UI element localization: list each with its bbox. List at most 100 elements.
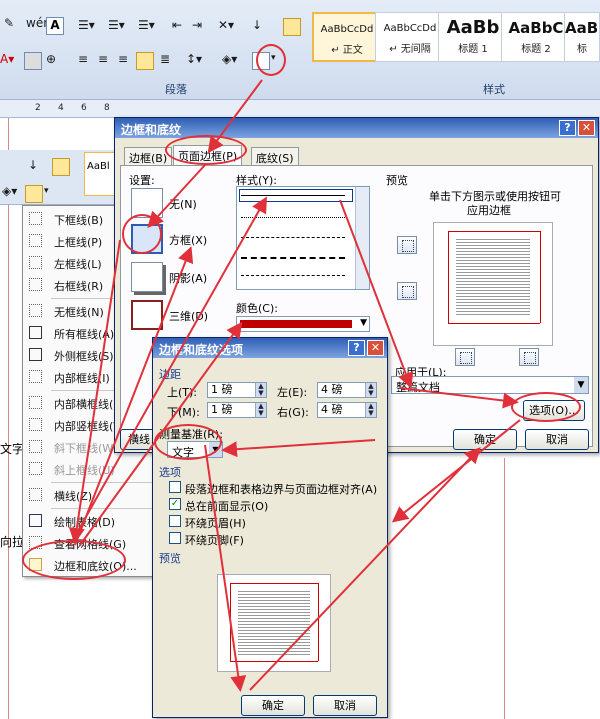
line-style-dotted[interactable] [241,217,345,218]
align-left-icon[interactable]: ≡ [78,52,88,66]
distributed-icon[interactable]: ≣ [160,52,170,66]
border-preview[interactable] [433,222,553,346]
char-shading-icon[interactable] [24,52,42,70]
line-style-list[interactable] [236,186,370,290]
char-border-button[interactable]: A [46,17,64,35]
ok-button[interactable]: 确定 [453,429,517,450]
preview-text-lines [238,589,310,655]
color-select[interactable]: ▼ [236,316,370,332]
dialog-title: 边框和底纹 [115,118,598,138]
right-margin-field[interactable]: 4 磅 ▲ ▼ [317,402,377,418]
numbering-icon[interactable]: ☰▾ [108,18,125,32]
setting-3d-icon[interactable] [131,300,163,330]
help-button[interactable]: ? [348,340,365,356]
style-sample: AaBbCcDd [320,24,374,35]
top-label: 上(T): [167,386,198,399]
justify-icon[interactable] [136,52,154,70]
line-style-long-dash[interactable] [241,257,345,259]
menu-item-label: 所有框线(A) [54,328,115,341]
show-marks-icon[interactable] [52,158,70,176]
style-name: 标 [577,44,587,55]
setting-box-label[interactable]: 方框(X) [169,232,207,248]
left-margin-value: 4 磅 [321,383,343,396]
font-color-icon[interactable]: A▾ [0,52,14,66]
multilevel-list-icon[interactable]: ☰▾ [138,18,155,32]
all-borders-icon [29,326,42,339]
top-border-toggle-icon[interactable] [397,236,417,254]
style-normal[interactable]: AaBbCcDd ↵ 正文 [312,12,382,62]
help-button[interactable]: ? [559,120,576,136]
style-sample: AaBl [565,19,600,37]
chinese-layout-icon[interactable]: ✕▾ [218,18,234,32]
line-style-dash-dot[interactable] [241,275,345,276]
shading-icon[interactable]: ◈▾ [222,52,237,66]
show-marks-icon[interactable] [283,18,301,36]
surround-header-checkbox[interactable] [169,515,181,527]
center-icon[interactable]: ≡ [98,52,108,66]
enclose-char-icon[interactable]: ⊕ [46,52,56,66]
line-style-solid[interactable] [241,195,345,196]
surround-header-label: 环绕页眉(H) [185,517,246,530]
style-heading-1[interactable]: AaBb 标题 1 [438,12,508,62]
bottom-border-toggle-icon[interactable] [397,282,417,300]
spin-arrows-icon[interactable]: ▲ ▼ [365,383,376,397]
menu-item-horizontal-line[interactable]: 横线(Z) [23,484,156,506]
top-border-icon [29,234,42,247]
menu-item-label: 右框线(R) [54,280,104,293]
align-borders-checkbox[interactable] [169,481,181,493]
decrease-indent-icon[interactable]: ⇤ [172,18,182,32]
setting-shadow-icon[interactable] [131,262,163,292]
ribbon-fragment: ↓ ◈▾ ▾ AaBl [0,150,115,205]
close-button[interactable]: ✕ [367,340,384,356]
apply-to-select[interactable]: 整篇文档 ▼ [391,376,589,394]
ok-button[interactable]: 确定 [241,695,305,716]
left-margin-field[interactable]: 4 磅 ▲ ▼ [317,382,377,398]
preview-border-right [540,231,541,323]
line-spacing-icon[interactable]: ↕▾ [186,52,202,66]
top-margin-field[interactable]: 1 磅 ▲ ▼ [207,382,267,398]
spin-arrows-icon[interactable]: ▲ ▼ [365,403,376,417]
borders-icon[interactable] [25,185,43,203]
line-style-scrollbar[interactable] [355,187,369,289]
clear-format-icon[interactable]: ✎ [4,16,14,30]
spin-arrows-icon[interactable]: ▲ ▼ [255,383,266,397]
annotation-circle [22,540,126,580]
top-margin-value: 1 磅 [211,383,233,396]
ruler-tick: 4 [58,103,64,113]
horizontal-ruler[interactable]: 2 4 6 8 [0,100,600,118]
bullets-icon[interactable]: ☰▾ [78,18,95,32]
bottom-margin-field[interactable]: 1 磅 ▲ ▼ [207,402,267,418]
borders-dropdown-icon[interactable]: ▾ [44,186,49,196]
setting-shadow-label[interactable]: 阴影(A) [169,270,207,286]
style-normal[interactable]: AaBl [84,152,115,196]
preview-label: 预览 [386,174,408,187]
setting-none-label[interactable]: 无(N) [169,196,197,212]
right-border-toggle-icon[interactable] [519,348,539,366]
menu-item-label: 下框线(B) [54,214,104,227]
align-right-icon[interactable]: ≡ [118,52,128,66]
ribbon: ✎ wén A ☰▾ ☰▾ ☰▾ ⇤ ⇥ ✕▾ ↓ A▾ ⊕ ≡ ≡ ≡ ≣ ↕… [0,0,600,100]
setting-none-icon[interactable] [131,188,163,218]
sort-icon[interactable]: ↓ [28,158,38,172]
tab-shading[interactable]: 底纹(S) [251,147,299,165]
style-name: 标题 2 [521,44,551,55]
left-border-toggle-icon[interactable] [455,348,475,366]
menu-item-draw-table[interactable]: 绘制表格(D) [23,510,156,532]
cancel-button[interactable]: 取消 [313,695,377,716]
left-label: 左(E): [277,386,308,399]
sort-icon[interactable]: ↓ [252,18,262,32]
spin-arrows-icon[interactable]: ▲ ▼ [255,403,266,417]
close-button[interactable]: ✕ [578,120,595,136]
surround-footer-checkbox[interactable] [169,532,181,544]
style-title[interactable]: AaBl 标 [564,12,600,62]
draw-table-icon [29,514,42,527]
shading-icon[interactable]: ◈▾ [2,184,17,198]
style-no-spacing[interactable]: AaBbCcDd ↵ 无间隔 [375,12,445,62]
bottom-margin-value: 1 磅 [211,403,233,416]
setting-3d-label[interactable]: 三维(D) [169,308,208,324]
increase-indent-icon[interactable]: ⇥ [192,18,202,32]
style-heading-2[interactable]: AaBbC 标题 2 [501,12,571,62]
cancel-button[interactable]: 取消 [525,429,589,450]
always-in-front-checkbox[interactable]: ✓ [169,498,181,510]
line-style-dashed[interactable] [241,237,345,238]
